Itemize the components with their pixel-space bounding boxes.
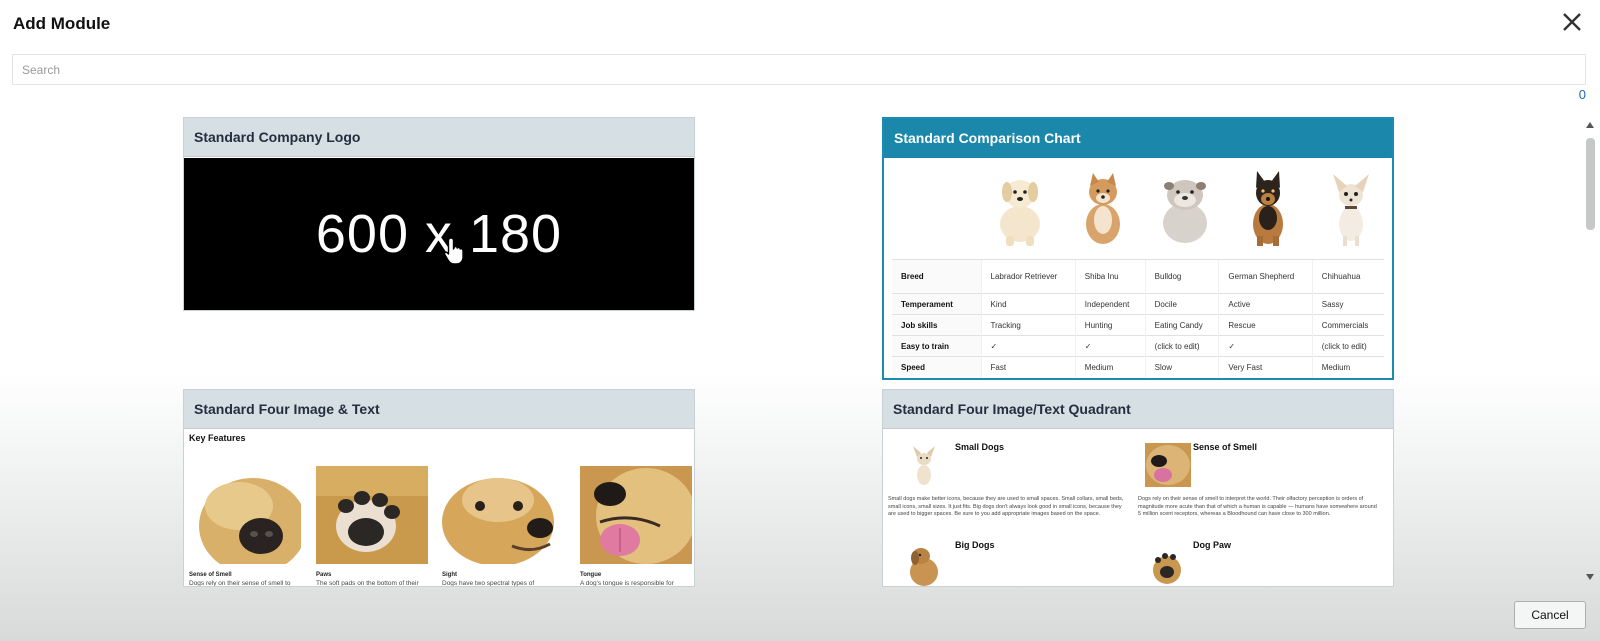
comparison-row: Easy to train ✓ ✓ (click to edit) ✓ (click to… [892, 335, 1384, 357]
dog-image-row [884, 158, 1392, 258]
quadrant-title: Big Dogs [955, 540, 995, 550]
comparison-cell[interactable]: ✓ [980, 335, 1076, 357]
quadrant-image-big-dog [901, 542, 947, 586]
logo-size-label: 600 x 180 [315, 204, 563, 264]
comparison-cell[interactable]: Sassy [1311, 293, 1384, 315]
feature-caption-text: Dogs rely on their sense of smell to [189, 580, 291, 587]
comparison-cell[interactable]: Commercials [1311, 314, 1384, 336]
comparison-row-label: Easy to train [892, 335, 981, 357]
comparison-cell[interactable]: Kind [980, 293, 1076, 315]
feature-image-tongue [580, 466, 692, 564]
comparison-row: Breed Labrador Retriever Shiba Inu Bulldog G… [892, 259, 1384, 294]
comparison-row-label: Job skills [892, 314, 981, 336]
scrollbar[interactable] [1582, 118, 1598, 584]
feature-image-paw [316, 466, 428, 564]
dialog-title: Add Module [13, 14, 111, 33]
comparison-cell[interactable]: (click to edit) [1144, 335, 1219, 357]
comparison-cell[interactable]: Eating Candy [1144, 314, 1219, 336]
comparison-row-label: Breed [892, 259, 981, 294]
comparison-cell[interactable]: ✓ [1218, 335, 1313, 357]
feature-caption-title: Sight [442, 572, 457, 578]
comparison-cell[interactable]: Medium [1311, 356, 1384, 378]
comparison-row-label: Temperament [892, 293, 981, 315]
dog-image-chihuahua [1309, 158, 1392, 258]
scroll-up-icon[interactable] [1586, 122, 1594, 128]
comparison-cell[interactable]: Tracking [980, 314, 1076, 336]
module-title: Standard Four Image & Text [184, 390, 694, 429]
comparison-cell[interactable]: German Shepherd [1218, 259, 1313, 294]
feature-caption-title: Sense of Smell [189, 572, 232, 578]
comparison-cell[interactable]: Active [1218, 293, 1313, 315]
feature-image-nose [189, 466, 301, 564]
close-icon [1563, 13, 1581, 31]
module-title: Standard Company Logo [184, 118, 694, 157]
module-card-company-logo[interactable]: Standard Company Logo 600 x 180 [183, 117, 695, 311]
module-card-four-image-quadrant[interactable]: Standard Four Image/Text Quadrant Small … [882, 389, 1394, 587]
quadrant-title: Dog Paw [1193, 540, 1232, 550]
key-features-heading: Key Features [189, 433, 246, 443]
comparison-row: Job skills Tracking Hunting Eating Candy Res… [892, 314, 1384, 336]
comparison-table: Breed Labrador Retriever Shiba Inu Bulldog G… [892, 259, 1384, 378]
quadrant-image-dog-paw [1145, 542, 1191, 586]
comparison-cell[interactable]: Medium [1074, 356, 1146, 378]
comparison-cell[interactable]: Bulldog [1144, 259, 1219, 294]
feature-caption-text: A dog's tongue is responsible for [580, 580, 674, 587]
quadrant-text: Dogs rely on their sense of smell to int… [1138, 496, 1377, 517]
hand-cursor-icon [443, 237, 464, 265]
scroll-thumb[interactable] [1586, 138, 1595, 230]
module-title: Standard Four Image/Text Quadrant [883, 390, 1393, 429]
module-title: Standard Comparison Chart [884, 119, 1392, 158]
comparison-row: Speed Fast Medium Slow Very Fast Medium [892, 356, 1384, 378]
comparison-cell[interactable]: Hunting [1074, 314, 1146, 336]
quadrant-title: Small Dogs [955, 442, 1005, 452]
comparison-cell[interactable]: Labrador Retriever [980, 259, 1076, 294]
comparison-row: Temperament Kind Independent Docile Active Sa… [892, 293, 1384, 315]
comparison-cell[interactable]: Slow [1144, 356, 1219, 378]
scroll-down-icon[interactable] [1586, 574, 1594, 580]
feature-caption-text: Dogs have two spectral types of [442, 580, 535, 587]
dog-image-labrador [979, 158, 1062, 258]
quadrant-text: Small dogs make better icons, because th… [888, 496, 1124, 517]
comparison-cell[interactable]: (click to edit) [1311, 335, 1384, 357]
quadrant-title: Sense of Smell [1193, 442, 1258, 452]
result-count: 0 [1578, 87, 1586, 102]
comparison-cell[interactable]: ✓ [1074, 335, 1146, 357]
comparison-cell[interactable]: Chihuahua [1311, 259, 1384, 294]
search-input[interactable] [12, 54, 1586, 85]
comparison-cell[interactable]: Very Fast [1218, 356, 1313, 378]
logo-placeholder: 600 x 180 [184, 158, 694, 310]
module-card-four-image-text[interactable]: Standard Four Image & Text Key Features … [183, 389, 695, 587]
comparison-cell[interactable]: Rescue [1218, 314, 1313, 336]
comparison-cell[interactable]: Shiba Inu [1074, 259, 1146, 294]
close-button[interactable] [1558, 8, 1586, 36]
cancel-button[interactable]: Cancel [1514, 601, 1586, 629]
quadrant-image-sense-of-smell [1145, 443, 1191, 487]
comparison-cell[interactable]: Docile [1144, 293, 1219, 315]
dog-image-bulldog [1144, 158, 1227, 258]
module-card-comparison-chart[interactable]: Standard Comparison Chart Breed Labrador … [882, 117, 1394, 380]
comparison-row-label: Speed [892, 356, 981, 378]
feature-caption-title: Paws [316, 572, 332, 578]
comparison-cell[interactable]: Independent [1074, 293, 1146, 315]
feature-caption-title: Tongue [580, 572, 602, 578]
comparison-cell[interactable]: Fast [980, 356, 1076, 378]
dog-image-german-shepherd [1227, 158, 1310, 258]
feature-image-eyes [442, 466, 554, 564]
feature-caption-text: The soft pads on the bottom of their [316, 580, 419, 587]
dog-image-shiba [1062, 158, 1145, 258]
quadrant-image-small-dog [901, 443, 947, 487]
